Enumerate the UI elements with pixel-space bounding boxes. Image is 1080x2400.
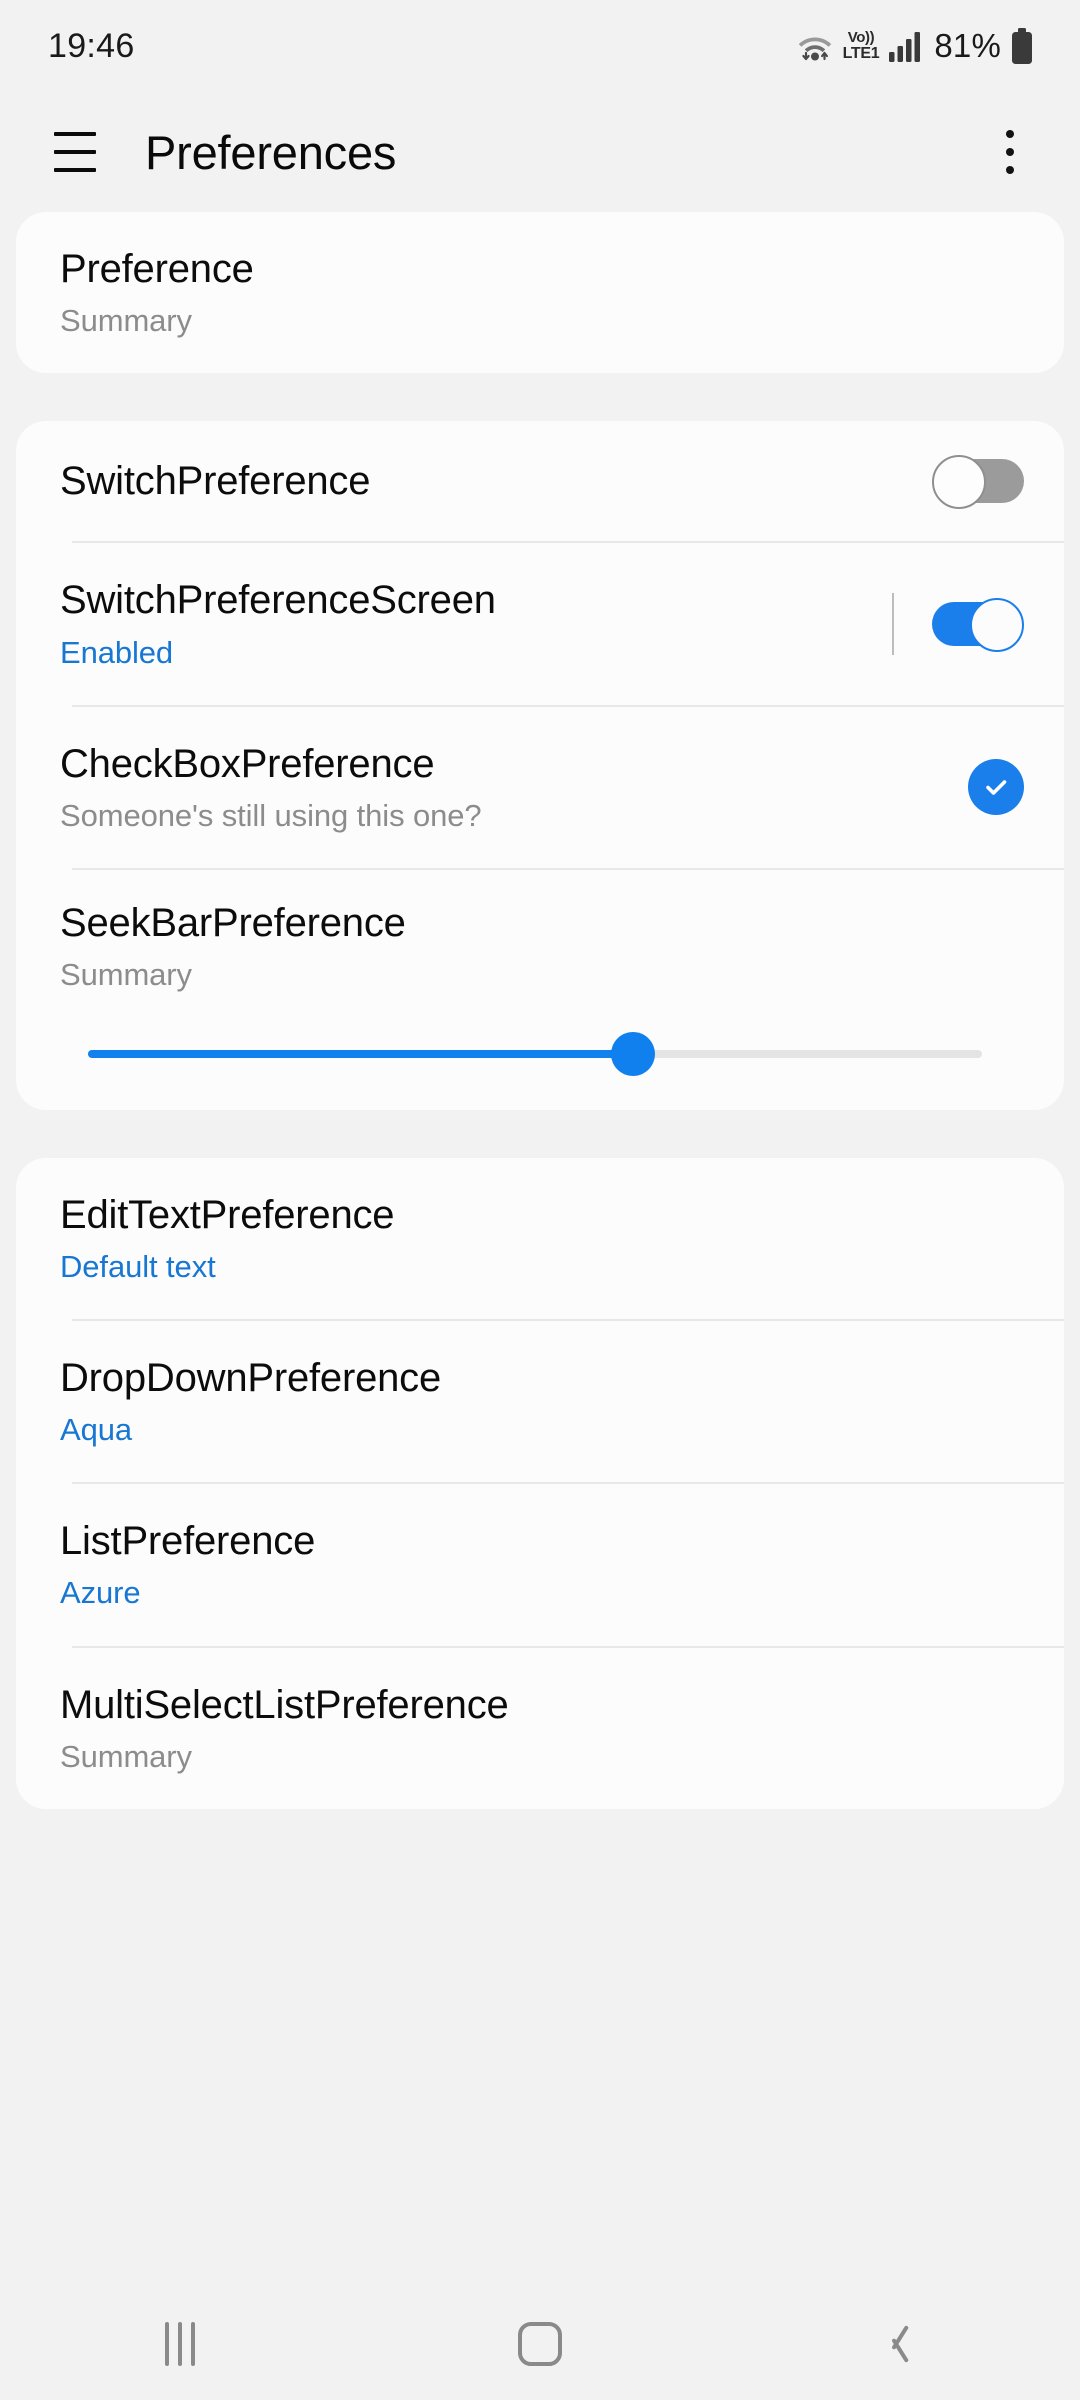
- volte-bottom-label: LTE1: [842, 45, 880, 62]
- status-bar-clock: 19:46: [48, 26, 135, 65]
- preference-item-switchpreference[interactable]: SwitchPreference: [16, 421, 1064, 541]
- recents-bar: [165, 2322, 169, 2366]
- hamburger-line: [54, 132, 96, 136]
- preference-summary: Default text: [60, 1248, 216, 1284]
- preference-title: DropDownPreference: [60, 1355, 442, 1400]
- seekbar-fill: [88, 1049, 634, 1058]
- preference-text-block: MultiSelectListPreference Summary: [60, 1682, 1024, 1775]
- preference-item-edittextpreference[interactable]: EditTextPreference Default text: [16, 1158, 1064, 1319]
- preference-item-listpreference[interactable]: ListPreference Azure: [16, 1484, 1064, 1645]
- recents-bar: [191, 2322, 195, 2366]
- switch-thumb: [932, 455, 986, 510]
- back-icon: [885, 2322, 915, 2366]
- preference-title: Preference: [60, 247, 254, 291]
- battery-icon: [1010, 28, 1034, 64]
- recents-button[interactable]: [100, 2288, 260, 2400]
- overflow-dot: [1006, 148, 1014, 156]
- wifi-icon: [796, 29, 834, 63]
- app-bar: Preferences: [0, 92, 1080, 212]
- checkbox-checked[interactable]: [968, 759, 1024, 816]
- page-title: Preferences: [145, 125, 397, 179]
- preference-summary: Summary: [60, 303, 192, 339]
- recents-icon: [165, 2322, 195, 2366]
- battery-percentage: 81%: [934, 27, 1001, 64]
- preference-text-block: DropDownPreference Aqua: [60, 1355, 1024, 1448]
- hamburger-line: [54, 168, 96, 172]
- preference-item-dropdownpreference[interactable]: DropDownPreference Aqua: [16, 1321, 1064, 1482]
- preference-text-block: EditTextPreference Default text: [60, 1192, 1024, 1285]
- volte-top-label: Vo)): [847, 29, 875, 46]
- seekbar-slider[interactable]: [88, 1031, 982, 1076]
- preference-widget: [932, 455, 1024, 510]
- switch-toggle-off[interactable]: [932, 455, 1024, 510]
- preference-item-switchpreferencescreen[interactable]: SwitchPreferenceScreen Enabled: [16, 543, 1064, 704]
- overflow-dot: [1006, 166, 1014, 174]
- preferences-list: Preference Summary SwitchPreference Swit…: [0, 212, 1080, 1809]
- preference-title: SeekBarPreference: [60, 901, 406, 946]
- seekbar-thumb[interactable]: [611, 1031, 656, 1076]
- switch-toggle-on[interactable]: [932, 598, 1024, 653]
- recents-bar: [178, 2322, 182, 2366]
- preference-group-3: EditTextPreference Default text DropDown…: [16, 1157, 1064, 1809]
- preference-item-multiselectlistpreference[interactable]: MultiSelectListPreference Summary: [16, 1648, 1064, 1809]
- hamburger-line: [54, 150, 96, 154]
- check-icon: [986, 780, 1007, 796]
- preference-item-checkboxpreference[interactable]: CheckBoxPreference Someone's still using…: [16, 707, 1064, 868]
- preference-item-seekbarpreference[interactable]: SeekBarPreference Summary: [16, 870, 1064, 1109]
- preference-group-1: Preference Summary: [16, 212, 1064, 374]
- status-bar-indicators: Vo)) LTE1 81%: [796, 27, 1034, 65]
- preference-group-2: SwitchPreference SwitchPreferenceScreen …: [16, 421, 1064, 1110]
- preference-text-block: ListPreference Azure: [60, 1518, 1024, 1611]
- volte-indicator: Vo)) LTE1: [843, 30, 880, 62]
- preference-title: CheckBoxPreference: [60, 741, 435, 786]
- preference-item-preference[interactable]: Preference Summary: [16, 212, 1064, 373]
- preference-title: EditTextPreference: [60, 1192, 395, 1237]
- preference-widget: [968, 759, 1024, 816]
- home-button[interactable]: [460, 2288, 620, 2400]
- preference-summary: Aqua: [60, 1412, 132, 1448]
- widget-vertical-divider: [892, 593, 894, 656]
- preference-title: MultiSelectListPreference: [60, 1682, 509, 1727]
- more-options-icon[interactable]: [988, 126, 1032, 178]
- back-button[interactable]: [820, 2288, 980, 2400]
- switch-thumb: [970, 598, 1024, 653]
- preference-widget: [892, 593, 1024, 656]
- overflow-dot: [1006, 130, 1014, 138]
- home-icon: [518, 2322, 562, 2366]
- preference-title: SwitchPreferenceScreen: [60, 578, 496, 623]
- preference-title: ListPreference: [60, 1519, 316, 1564]
- preference-text-block: SwitchPreference: [60, 458, 908, 505]
- preference-title: SwitchPreference: [60, 458, 371, 503]
- status-bar: 19:46 Vo)) LTE1 81%: [0, 0, 1080, 92]
- preference-text-block: Preference Summary: [60, 246, 1024, 339]
- system-navigation-bar: [0, 2288, 1080, 2400]
- preference-text-block: SwitchPreferenceScreen Enabled: [60, 577, 868, 670]
- preference-summary: Azure: [60, 1575, 141, 1611]
- preference-text-block: CheckBoxPreference Someone's still using…: [60, 741, 944, 834]
- preference-summary: Someone's still using this one?: [60, 797, 482, 833]
- signal-bars-icon: [888, 30, 922, 62]
- preference-summary: Summary: [60, 957, 192, 993]
- preference-summary: Summary: [60, 1738, 192, 1774]
- preference-summary: Enabled: [60, 634, 174, 670]
- hamburger-menu-icon[interactable]: [54, 132, 100, 172]
